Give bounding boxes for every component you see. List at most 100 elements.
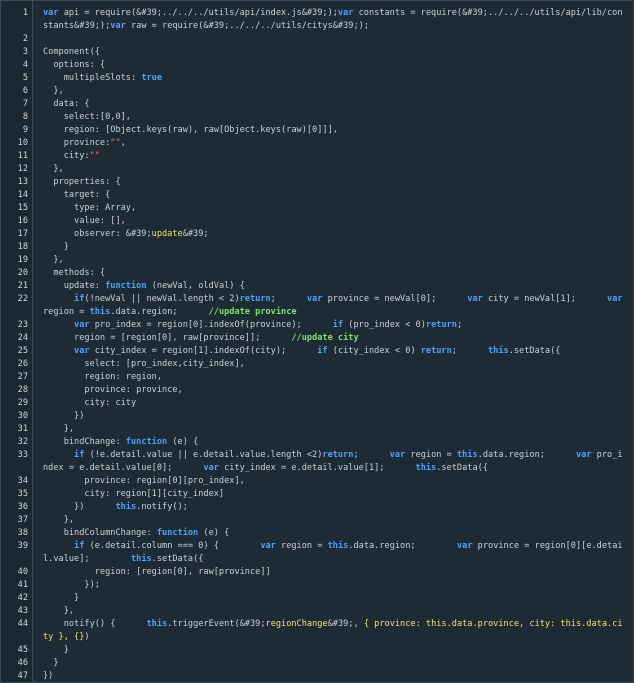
line-source: select:[0,0], xyxy=(43,112,131,122)
line-number: 16 xyxy=(17,216,28,226)
code-area[interactable]: 1 var api = require(&#39;../../../utils/a… xyxy=(18,1,633,682)
code-line[interactable]: 29 city: city xyxy=(18,397,633,410)
line-source: properties: { xyxy=(43,177,121,187)
code-line[interactable]: 2 xyxy=(23,33,633,46)
code-line[interactable]: 37 }, xyxy=(18,514,633,527)
code-line[interactable]: 28 province: province, xyxy=(18,384,633,397)
code-line[interactable]: 24 region = [region[0], raw[province]]; … xyxy=(18,332,633,345)
code-line[interactable]: 45 } xyxy=(18,644,633,657)
code-line[interactable]: 5 multipleSlots: true xyxy=(23,72,633,85)
code-line[interactable]: 18 } xyxy=(18,241,633,254)
code-line[interactable]: 9 region: [Object.keys(raw), raw[Object.… xyxy=(23,124,633,137)
line-source: region: [region[0], raw[province]] xyxy=(43,567,271,577)
code-line[interactable]: 47}) xyxy=(18,670,633,682)
code-line[interactable]: 10 province:"", xyxy=(18,137,633,150)
line-source: var city_index = region[1].indexOf(city)… xyxy=(74,346,561,356)
code-line[interactable]: 20 methods: { xyxy=(18,267,633,280)
line-number: 38 xyxy=(17,528,28,538)
line-source: }, xyxy=(43,164,64,174)
code-line[interactable]: 25 var city_index = region[1].indexOf(ci… xyxy=(18,345,633,358)
line-source xyxy=(34,33,626,46)
code-line[interactable]: 44 notify() { this.triggerEvent(&#39;reg… xyxy=(18,618,633,644)
line-source: }) xyxy=(43,411,85,421)
code-line[interactable]: 30 }) xyxy=(18,410,633,423)
code-line[interactable]: 23 var pro_index = region[0].indexOf(pro… xyxy=(18,319,633,332)
code-line[interactable]: 12 }, xyxy=(18,163,633,176)
code-lines: 1 var api = require(&#39;../../../utils/a… xyxy=(18,7,633,682)
code-line[interactable]: 16 value: [], xyxy=(18,215,633,228)
line-number: 42 xyxy=(17,593,28,603)
line-source: city: region[1][city_index] xyxy=(43,489,225,499)
code-line[interactable]: 1 var api = require(&#39;../../../utils/a… xyxy=(23,7,633,33)
line-number: 3 xyxy=(22,47,28,57)
code-line[interactable]: 35 city: region[1][city_index] xyxy=(18,488,633,501)
line-source: }, xyxy=(43,255,64,265)
line-source: observer: &#39;update&#39; xyxy=(43,229,209,239)
code-line[interactable]: 21 update: function (newVal, oldVal) { xyxy=(18,280,633,293)
code-line[interactable]: 42 } xyxy=(18,592,633,605)
line-number: 1 xyxy=(22,8,28,18)
code-line[interactable]: 32 bindChange: function (e) { xyxy=(18,436,633,449)
line-source: if (!e.detail.value || e.detail.value.le… xyxy=(43,450,623,473)
code-line[interactable]: 8 select:[0,0], xyxy=(23,111,633,124)
code-line[interactable]: 46 } xyxy=(18,657,633,670)
line-source: } xyxy=(43,645,69,655)
code-line[interactable]: 11 city:"" xyxy=(18,150,633,163)
code-line[interactable]: 41 }); xyxy=(18,579,633,592)
line-number: 25 xyxy=(17,346,28,356)
line-source: Component({ xyxy=(43,47,100,57)
line-number: 11 xyxy=(17,151,28,161)
code-line[interactable]: 33 if (!e.detail.value || e.detail.value… xyxy=(18,449,633,475)
code-line[interactable]: 3 Component({ xyxy=(23,46,633,59)
line-number: 33 xyxy=(17,450,28,460)
line-number: 5 xyxy=(22,73,28,83)
line-number: 7 xyxy=(22,99,28,109)
line-number: 34 xyxy=(17,476,28,486)
line-source: }, xyxy=(43,515,75,525)
line-source: region: [Object.keys(raw), raw[Object.ke… xyxy=(43,125,338,135)
line-source: city:"" xyxy=(43,151,100,161)
line-source: }, xyxy=(43,86,64,96)
code-line[interactable]: 15 type: Array, xyxy=(18,202,633,215)
line-number: 6 xyxy=(22,86,28,96)
line-number: 31 xyxy=(17,424,28,434)
code-line[interactable]: 40 region: [region[0], raw[province]] xyxy=(18,566,633,579)
code-line[interactable]: 19 }, xyxy=(18,254,633,267)
code-line[interactable]: 4 options: { xyxy=(23,59,633,72)
code-line[interactable]: 38 bindColumnChange: function (e) { xyxy=(18,527,633,540)
line-source: multipleSlots: true xyxy=(43,73,163,83)
line-source: if(!newVal || newVal.length < 2)return; … xyxy=(43,294,628,317)
code-line[interactable]: 36 }) this.notify(); xyxy=(18,501,633,514)
line-number: 12 xyxy=(17,164,28,174)
code-line[interactable]: 17 observer: &#39;update&#39; xyxy=(18,228,633,241)
code-line[interactable]: 31 }, xyxy=(18,423,633,436)
line-number: 2 xyxy=(22,34,28,44)
code-line[interactable]: 27 region: region, xyxy=(18,371,633,384)
line-number: 22 xyxy=(17,294,28,304)
line-source: } xyxy=(43,658,59,668)
line-number: 39 xyxy=(17,541,28,551)
line-number: 20 xyxy=(17,268,28,278)
code-line[interactable]: 7 data: { xyxy=(23,98,633,111)
line-source: bindColumnChange: function (e) { xyxy=(43,528,230,538)
line-number: 46 xyxy=(17,658,28,668)
line-source: }) this.notify(); xyxy=(43,502,188,512)
line-source: methods: { xyxy=(43,268,106,278)
line-source: value: [], xyxy=(43,216,126,226)
code-line[interactable]: 14 target: { xyxy=(18,189,633,202)
code-line[interactable]: 34 province: region[0][pro_index], xyxy=(18,475,633,488)
line-source: if (e.detail.column === 0) { var region … xyxy=(43,541,623,564)
code-line[interactable]: 6 }, xyxy=(23,85,633,98)
line-source: var api = require(&#39;../../../utils/ap… xyxy=(43,8,623,31)
line-source: var pro_index = region[0].indexOf(provin… xyxy=(74,320,463,330)
code-line[interactable]: 43 }, xyxy=(18,605,633,618)
line-number: 17 xyxy=(17,229,28,239)
code-line[interactable]: 26 select: [pro_index,city_index], xyxy=(18,358,633,371)
code-editor[interactable]: 1 var api = require(&#39;../../../utils/a… xyxy=(0,0,634,683)
line-source: }, xyxy=(43,424,75,434)
code-line[interactable]: 22 if(!newVal || newVal.length < 2)retur… xyxy=(18,293,633,319)
line-number: 24 xyxy=(17,333,28,343)
line-source: province: province, xyxy=(43,385,183,395)
code-line[interactable]: 39 if (e.detail.column === 0) { var regi… xyxy=(18,540,633,566)
code-line[interactable]: 13 properties: { xyxy=(18,176,633,189)
